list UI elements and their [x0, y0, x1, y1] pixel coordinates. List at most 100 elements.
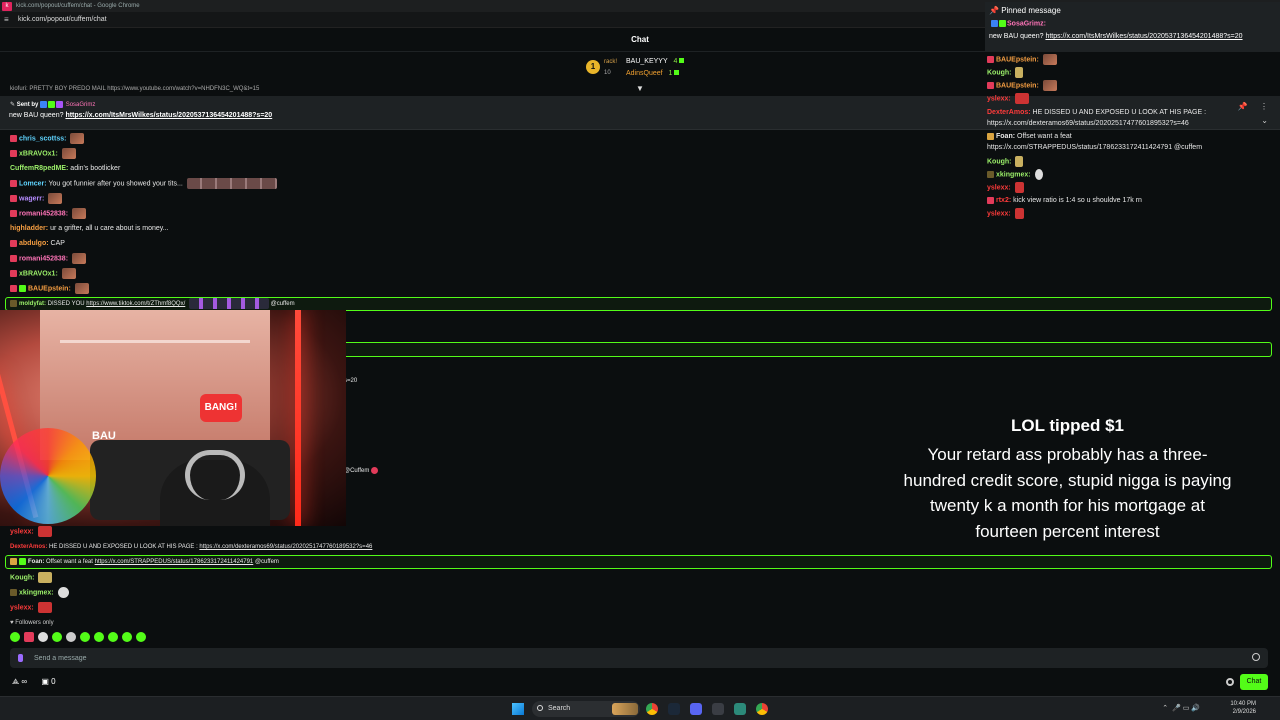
- bang-sign: BANG!: [200, 394, 242, 422]
- pin-icon: ✎: [10, 102, 17, 109]
- username[interactable]: romani452838:: [19, 255, 68, 262]
- mention: @cuffem: [270, 301, 295, 308]
- expand-chevron-icon[interactable]: ▼: [636, 84, 644, 93]
- gift-icon[interactable]: ▣: [41, 677, 49, 686]
- username[interactable]: Kough:: [10, 574, 35, 581]
- emote-icon[interactable]: [108, 632, 118, 642]
- chat-title: Chat: [631, 35, 649, 44]
- username[interactable]: abdulgo:: [19, 240, 49, 247]
- pin-icon: 📌: [989, 6, 1002, 15]
- username[interactable]: Foan:: [28, 559, 44, 565]
- pinned-link[interactable]: https://x.com/ItsMrsWilkes/status/202053…: [65, 112, 272, 119]
- badge-icon: [48, 101, 56, 108]
- message-link[interactable]: https://x.com/dexteramos69/status/202025…: [199, 544, 372, 550]
- emote-icon[interactable]: [66, 632, 76, 642]
- menu-icon[interactable]: ≡: [4, 12, 9, 28]
- username[interactable]: wagerr:: [19, 195, 44, 202]
- overlay-pinned-user: SosaGrimz:: [991, 20, 1046, 27]
- emote-icon[interactable]: [10, 632, 20, 642]
- badge-icon: [19, 285, 26, 292]
- emote-icon: [186, 178, 277, 189]
- overlay-username: Foan:: [996, 133, 1016, 140]
- username[interactable]: DexterAmos:: [10, 544, 47, 550]
- chrome-icon[interactable]: [646, 703, 658, 715]
- badge-icon: [991, 20, 998, 27]
- quick-emote-bar: [10, 632, 150, 644]
- username[interactable]: romani452838:: [19, 210, 68, 217]
- overlay-chat-line: yslexx:: [987, 93, 1029, 105]
- url-text[interactable]: kick.com/popout/cuffem/chat: [18, 16, 107, 23]
- emote-icon: [1014, 182, 1024, 193]
- username[interactable]: xBRAVOx1:: [19, 150, 58, 157]
- system-tray[interactable]: ⌃ 🎤 ▭ 🔊: [1162, 704, 1200, 712]
- send-message-input[interactable]: [34, 648, 1234, 668]
- username[interactable]: moldyfat:: [19, 301, 46, 307]
- message-link[interactable]: https://x.com/STRAPPEDUS/status/17862331…: [95, 559, 254, 565]
- pinned-sender[interactable]: SosaGrimz: [66, 102, 96, 108]
- tip-alert-message: Your retard ass probably has a three- hu…: [880, 442, 1255, 544]
- username[interactable]: chris_scottss:: [19, 135, 66, 142]
- username[interactable]: Lomcer:: [19, 180, 47, 187]
- username[interactable]: highladder:: [10, 225, 48, 232]
- taskbar-search-label: Search: [548, 705, 571, 712]
- badge-icon: [10, 255, 17, 262]
- emote-icon[interactable]: [52, 632, 62, 642]
- username[interactable]: yslexx:: [10, 604, 34, 611]
- pinned-actions: 📌 ⋮: [1238, 102, 1268, 111]
- leaderboard-bottom-label: 10: [604, 70, 611, 76]
- mic-icon[interactable]: [18, 654, 23, 662]
- emote-icon[interactable]: [38, 632, 48, 642]
- discord-icon[interactable]: [690, 703, 702, 715]
- emote-icon: [1034, 169, 1043, 180]
- chat-send-button[interactable]: Chat: [1240, 674, 1268, 690]
- badge-icon: [10, 210, 17, 217]
- chat-line: xBRAVOx1:: [10, 268, 76, 280]
- emote-icon[interactable]: [136, 632, 146, 642]
- badge-icon: [10, 150, 17, 157]
- rank-badge: 1: [586, 60, 600, 74]
- more-icon[interactable]: ⋮: [1260, 102, 1268, 111]
- windows-start-icon[interactable]: [512, 703, 524, 715]
- emote-icon[interactable]: [24, 632, 34, 642]
- chrome-icon[interactable]: [756, 703, 768, 715]
- emote-icon[interactable]: [80, 632, 90, 642]
- settings-gear-icon[interactable]: [1226, 678, 1234, 686]
- gift-icon: [674, 70, 680, 75]
- overlay-username: BAUEpstein:: [996, 56, 1039, 64]
- message-text: Offset want a feat: [46, 559, 95, 565]
- steam-icon[interactable]: [668, 703, 680, 715]
- leaderboard-entry[interactable]: AdinsQueef 1: [626, 70, 680, 77]
- emote-icon: [57, 587, 69, 598]
- taskbar-widget-icon[interactable]: [612, 703, 638, 715]
- username[interactable]: CuffemR8pedME:: [10, 165, 68, 172]
- username[interactable]: BAUEpstein:: [28, 285, 71, 292]
- emoji-picker-icon[interactable]: [1252, 653, 1260, 661]
- app-icon[interactable]: [712, 703, 724, 715]
- message-input-box[interactable]: [10, 648, 1268, 668]
- led-strip: [295, 310, 301, 526]
- badge-icon: [10, 239, 17, 247]
- emote-icon[interactable]: [94, 632, 104, 642]
- share-icon[interactable]: ⟁: [12, 677, 19, 686]
- emote-icon: [1042, 54, 1057, 65]
- leaderboard-top-label: rack!: [604, 59, 618, 65]
- emote-icon: [37, 526, 52, 537]
- app-icon[interactable]: [734, 703, 746, 715]
- username[interactable]: xBRAVOx1:: [19, 270, 58, 277]
- emote-icon: [1042, 80, 1057, 91]
- emote-icon[interactable]: [122, 632, 132, 642]
- window-title: kick.com/popout/cuffem/chat - Google Chr…: [16, 3, 140, 9]
- gifter-leaderboard[interactable]: 1 rack! 10 BAU_KEYYY 4 AdinsQueef 1: [584, 56, 714, 82]
- taskbar-clock[interactable]: 10:40 PM 2/9/2026: [1230, 700, 1256, 716]
- chat-line: wagerr:: [10, 193, 63, 205]
- username[interactable]: yslexx:: [10, 528, 34, 535]
- sent-by-row: ✎ Sent by SosaGrimz: [10, 101, 95, 108]
- overlay-username: Kough:: [987, 158, 1012, 166]
- leaderboard-entry[interactable]: BAU_KEYYY 4: [626, 58, 685, 65]
- message-link[interactable]: https://www.tiktok.com/t/ZThmf8QQx/: [86, 301, 185, 307]
- pin-icon[interactable]: 📌: [1238, 102, 1248, 111]
- bau-sign: BAU: [92, 430, 116, 442]
- badge-icon: [40, 101, 48, 108]
- chevron-down-icon[interactable]: ⌄: [1261, 116, 1268, 125]
- username[interactable]: xkingmex:: [19, 589, 54, 596]
